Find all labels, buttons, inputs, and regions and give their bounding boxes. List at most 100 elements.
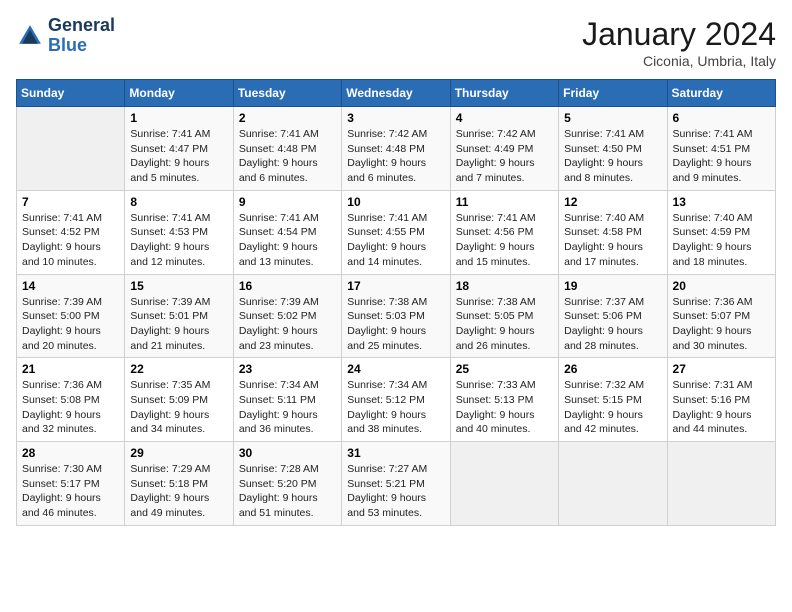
day-number: 19 (564, 279, 661, 293)
calendar-cell: 13 Sunrise: 7:40 AMSunset: 4:59 PMDayligh… (667, 190, 775, 274)
calendar-cell: 3 Sunrise: 7:42 AMSunset: 4:48 PMDaylight… (342, 107, 450, 191)
calendar-cell: 15Sunrise: 7:39 AMSunset: 5:01 PMDayligh… (125, 274, 233, 358)
day-number: 29 (130, 446, 227, 460)
day-info: Sunrise: 7:34 AMSunset: 5:11 PMDaylight:… (239, 378, 336, 437)
header-saturday: Saturday (667, 80, 775, 107)
day-info: Sunrise: 7:37 AMSunset: 5:06 PMDaylight:… (564, 295, 661, 354)
day-number: 14 (22, 279, 119, 293)
day-info: Sunrise: 7:42 AMSunset: 4:48 PMDaylight:… (347, 127, 444, 186)
calendar-cell: 11Sunrise: 7:41 AMSunset: 4:56 PMDayligh… (450, 190, 558, 274)
page-header: General Blue January 2024 Ciconia, Umbri… (16, 16, 776, 69)
calendar-cell: 6Sunrise: 7:41 AMSunset: 4:51 PMDaylight… (667, 107, 775, 191)
logo-text: General Blue (48, 16, 115, 56)
day-info: Sunrise: 7:27 AMSunset: 5:21 PMDaylight:… (347, 462, 444, 521)
calendar-week-2: 7 Sunrise: 7:41 AMSunset: 4:52 PMDaylight… (17, 190, 776, 274)
calendar-cell (559, 442, 667, 526)
logo: General Blue (16, 16, 115, 56)
day-info: Sunrise: 7:39 AMSunset: 5:00 PMDaylight:… (22, 295, 119, 354)
calendar-cell (450, 442, 558, 526)
calendar-header-row: SundayMondayTuesdayWednesdayThursdayFrid… (17, 80, 776, 107)
day-number: 8 (130, 195, 227, 209)
header-sunday: Sunday (17, 80, 125, 107)
day-number: 4 (456, 111, 553, 125)
calendar-cell: 16 Sunrise: 7:39 AMSunset: 5:02 PMDayligh… (233, 274, 341, 358)
calendar-cell: 19 Sunrise: 7:37 AMSunset: 5:06 PMDayligh… (559, 274, 667, 358)
calendar-cell: 8 Sunrise: 7:41 AMSunset: 4:53 PMDaylight… (125, 190, 233, 274)
day-number: 9 (239, 195, 336, 209)
day-info: Sunrise: 7:33 AMSunset: 5:13 PMDaylight:… (456, 378, 553, 437)
day-info: Sunrise: 7:41 AMSunset: 4:52 PMDaylight:… (22, 211, 119, 270)
day-info: Sunrise: 7:34 AMSunset: 5:12 PMDaylight:… (347, 378, 444, 437)
day-number: 2 (239, 111, 336, 125)
header-tuesday: Tuesday (233, 80, 341, 107)
day-info: Sunrise: 7:28 AMSunset: 5:20 PMDaylight:… (239, 462, 336, 521)
header-wednesday: Wednesday (342, 80, 450, 107)
day-info: Sunrise: 7:36 AMSunset: 5:07 PMDaylight:… (673, 295, 770, 354)
day-number: 21 (22, 362, 119, 376)
header-monday: Monday (125, 80, 233, 107)
day-number: 24 (347, 362, 444, 376)
day-number: 25 (456, 362, 553, 376)
day-number: 7 (22, 195, 119, 209)
day-number: 27 (673, 362, 770, 376)
day-number: 30 (239, 446, 336, 460)
calendar-cell: 24 Sunrise: 7:34 AMSunset: 5:12 PMDayligh… (342, 358, 450, 442)
calendar-cell: 25 Sunrise: 7:33 AMSunset: 5:13 PMDayligh… (450, 358, 558, 442)
day-number: 26 (564, 362, 661, 376)
day-info: Sunrise: 7:29 AMSunset: 5:18 PMDaylight:… (130, 462, 227, 521)
calendar-cell: 20 Sunrise: 7:36 AMSunset: 5:07 PMDayligh… (667, 274, 775, 358)
calendar-body: 1 Sunrise: 7:41 AMSunset: 4:47 PMDaylight… (17, 107, 776, 526)
day-number: 13 (673, 195, 770, 209)
calendar-cell: 31 Sunrise: 7:27 AMSunset: 5:21 PMDayligh… (342, 442, 450, 526)
header-thursday: Thursday (450, 80, 558, 107)
day-info: Sunrise: 7:41 AMSunset: 4:54 PMDaylight:… (239, 211, 336, 270)
calendar-cell: 22Sunrise: 7:35 AMSunset: 5:09 PMDayligh… (125, 358, 233, 442)
day-number: 1 (130, 111, 227, 125)
title-block: January 2024 Ciconia, Umbria, Italy (582, 16, 776, 69)
day-info: Sunrise: 7:41 AMSunset: 4:48 PMDaylight:… (239, 127, 336, 186)
day-info: Sunrise: 7:35 AMSunset: 5:09 PMDaylight:… (130, 378, 227, 437)
day-number: 5 (564, 111, 661, 125)
day-number: 3 (347, 111, 444, 125)
day-info: Sunrise: 7:41 AMSunset: 4:53 PMDaylight:… (130, 211, 227, 270)
calendar-table: SundayMondayTuesdayWednesdayThursdayFrid… (16, 79, 776, 526)
day-info: Sunrise: 7:32 AMSunset: 5:15 PMDaylight:… (564, 378, 661, 437)
day-info: Sunrise: 7:39 AMSunset: 5:02 PMDaylight:… (239, 295, 336, 354)
logo-icon (16, 22, 44, 50)
day-number: 31 (347, 446, 444, 460)
calendar-cell: 28 Sunrise: 7:30 AMSunset: 5:17 PMDayligh… (17, 442, 125, 526)
day-info: Sunrise: 7:30 AMSunset: 5:17 PMDaylight:… (22, 462, 119, 521)
day-info: Sunrise: 7:41 AMSunset: 4:56 PMDaylight:… (456, 211, 553, 270)
calendar-cell: 18Sunrise: 7:38 AMSunset: 5:05 PMDayligh… (450, 274, 558, 358)
calendar-cell: 7 Sunrise: 7:41 AMSunset: 4:52 PMDaylight… (17, 190, 125, 274)
day-info: Sunrise: 7:40 AMSunset: 4:59 PMDaylight:… (673, 211, 770, 270)
calendar-cell: 21 Sunrise: 7:36 AMSunset: 5:08 PMDayligh… (17, 358, 125, 442)
day-info: Sunrise: 7:41 AMSunset: 4:47 PMDaylight:… (130, 127, 227, 186)
calendar-week-4: 21 Sunrise: 7:36 AMSunset: 5:08 PMDayligh… (17, 358, 776, 442)
calendar-cell: 26 Sunrise: 7:32 AMSunset: 5:15 PMDayligh… (559, 358, 667, 442)
day-number: 20 (673, 279, 770, 293)
day-number: 28 (22, 446, 119, 460)
day-number: 6 (673, 111, 770, 125)
day-info: Sunrise: 7:41 AMSunset: 4:55 PMDaylight:… (347, 211, 444, 270)
calendar-cell: 10 Sunrise: 7:41 AMSunset: 4:55 PMDayligh… (342, 190, 450, 274)
day-number: 15 (130, 279, 227, 293)
calendar-cell: 2 Sunrise: 7:41 AMSunset: 4:48 PMDaylight… (233, 107, 341, 191)
calendar-cell: 4Sunrise: 7:42 AMSunset: 4:49 PMDaylight… (450, 107, 558, 191)
calendar-week-3: 14 Sunrise: 7:39 AMSunset: 5:00 PMDayligh… (17, 274, 776, 358)
day-info: Sunrise: 7:41 AMSunset: 4:50 PMDaylight:… (564, 127, 661, 186)
calendar-cell: 14 Sunrise: 7:39 AMSunset: 5:00 PMDayligh… (17, 274, 125, 358)
calendar-cell: 17Sunrise: 7:38 AMSunset: 5:03 PMDayligh… (342, 274, 450, 358)
day-number: 10 (347, 195, 444, 209)
day-number: 16 (239, 279, 336, 293)
day-number: 12 (564, 195, 661, 209)
calendar-cell: 9 Sunrise: 7:41 AMSunset: 4:54 PMDaylight… (233, 190, 341, 274)
day-info: Sunrise: 7:36 AMSunset: 5:08 PMDaylight:… (22, 378, 119, 437)
calendar-week-1: 1 Sunrise: 7:41 AMSunset: 4:47 PMDaylight… (17, 107, 776, 191)
day-info: Sunrise: 7:40 AMSunset: 4:58 PMDaylight:… (564, 211, 661, 270)
day-number: 17 (347, 279, 444, 293)
day-info: Sunrise: 7:31 AMSunset: 5:16 PMDaylight:… (673, 378, 770, 437)
calendar-cell: 30 Sunrise: 7:28 AMSunset: 5:20 PMDayligh… (233, 442, 341, 526)
calendar-week-5: 28 Sunrise: 7:30 AMSunset: 5:17 PMDayligh… (17, 442, 776, 526)
day-info: Sunrise: 7:38 AMSunset: 5:05 PMDaylight:… (456, 295, 553, 354)
